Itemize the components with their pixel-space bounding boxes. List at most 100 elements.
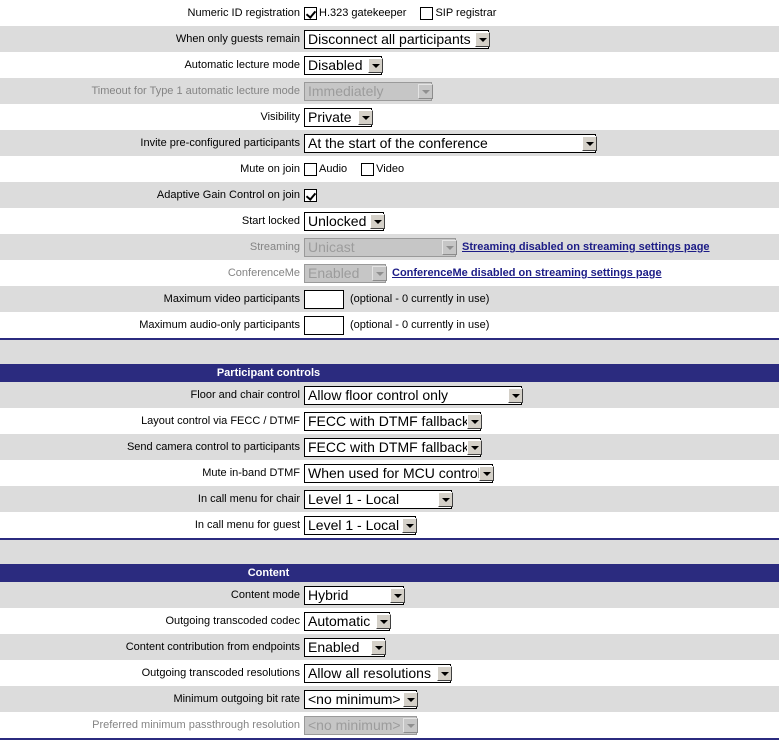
row-label-streaming: Streaming <box>0 234 304 260</box>
row-label-outgoing-transcoded-codec: Outgoing transcoded codec <box>0 608 304 634</box>
select-mute-in-band-dtmf[interactable]: When used for MCU control <box>304 463 494 483</box>
chevron-down-icon[interactable] <box>467 413 482 429</box>
checkbox-audio[interactable] <box>304 162 317 176</box>
chevron-down-icon[interactable] <box>437 665 452 681</box>
row-field: Unlocked <box>304 208 779 234</box>
select-timeout-for-type-1-automatic-lecture-mode: Immediately <box>304 81 433 101</box>
section-header-content: Content <box>0 564 779 582</box>
select-visibility[interactable]: Private <box>304 107 373 127</box>
checkbox-video[interactable] <box>361 162 375 176</box>
select-in-call-menu-for-chair[interactable]: Level 1 - Local <box>304 489 453 509</box>
chevron-down-icon[interactable] <box>370 213 385 229</box>
field-hint: (optional - 0 currently in use) <box>350 293 490 305</box>
row-field <box>304 182 779 208</box>
checkbox-label: H.323 gatekeeper <box>319 7 407 19</box>
row-label-numeric-id-registration: Numeric ID registration <box>0 0 304 26</box>
select-minimum-outgoing-bit-rate[interactable]: <no minimum> <box>304 689 418 709</box>
select-value: Disabled <box>308 56 363 73</box>
settings-row: When only guests remain Disconnect all pa… <box>0 26 779 52</box>
select-invite-pre-configured-participants[interactable]: At the start of the conference <box>304 133 597 153</box>
settings-row: Maximum audio-only participants (optional… <box>0 312 779 338</box>
row-field: Allow floor control only <box>304 382 779 408</box>
row-field: Unicast Streaming disabled on streaming s… <box>304 234 779 260</box>
chevron-down-icon[interactable] <box>368 57 383 73</box>
row-label-invite-pre-configured-participants: Invite pre-configured participants <box>0 130 304 156</box>
select-value: FECC with DTMF fallback <box>308 412 467 429</box>
row-field: Hybrid <box>304 582 779 608</box>
row-field: Level 1 - Local <box>304 486 779 512</box>
select-start-locked[interactable]: Unlocked <box>304 211 385 231</box>
section-header-label: Participant controls <box>216 367 321 379</box>
chevron-down-icon[interactable] <box>479 465 494 481</box>
select-value: Enabled <box>308 638 360 655</box>
chevron-down-icon[interactable] <box>403 691 418 707</box>
select-value: Unlocked <box>308 212 367 229</box>
settings-row: ConferenceMe Enabled ConferenceMe disabled… <box>0 260 779 286</box>
link-conferenceme-settings[interactable]: ConferenceMe disabled on streaming setti… <box>392 267 662 279</box>
settings-row: Timeout for Type 1 automatic lecture mod… <box>0 78 779 104</box>
chevron-down-icon[interactable] <box>390 587 405 603</box>
select-streaming: Unicast <box>304 237 457 257</box>
settings-row: Streaming Unicast Streaming disabled on st… <box>0 234 779 260</box>
row-field: <no minimum> <box>304 712 779 738</box>
row-label-adaptive-gain-control-on-join: Adaptive Gain Control on join <box>0 182 304 208</box>
row-label-maximum-video-participants: Maximum video participants <box>0 286 304 312</box>
chevron-down-icon[interactable] <box>467 439 482 455</box>
checkbox-adaptive-gain-control-on-join[interactable] <box>304 188 317 202</box>
chevron-down-icon[interactable] <box>371 639 386 655</box>
select-floor-and-chair-control[interactable]: Allow floor control only <box>304 385 523 405</box>
select-value: When used for MCU control <box>308 464 479 481</box>
row-label-visibility: Visibility <box>0 104 304 130</box>
link-streaming-settings[interactable]: Streaming disabled on streaming settings… <box>462 241 710 253</box>
chevron-down-icon[interactable] <box>358 109 373 125</box>
select-value: Automatic <box>308 612 371 629</box>
row-label-mute-in-band-dtmf: Mute in-band DTMF <box>0 460 304 486</box>
select-value: Allow floor control only <box>308 386 449 403</box>
settings-table-participant-controls: Floor and chair control Allow floor contr… <box>0 382 779 538</box>
settings-row: Visibility Private <box>0 104 779 130</box>
settings-row: Minimum outgoing bit rate <no minimum> <box>0 686 779 712</box>
select-value: At the start of the conference <box>308 134 488 151</box>
select-when-only-guests-remain[interactable]: Disconnect all participants <box>304 29 490 49</box>
chevron-down-icon[interactable] <box>376 613 391 629</box>
field-hint: (optional - 0 currently in use) <box>350 319 490 331</box>
row-label-automatic-lecture-mode: Automatic lecture mode <box>0 52 304 78</box>
select-content-mode[interactable]: Hybrid <box>304 585 405 605</box>
row-label-content-mode: Content mode <box>0 582 304 608</box>
select-in-call-menu-for-guest[interactable]: Level 1 - Local <box>304 515 417 535</box>
row-label-maximum-audio-only-participants: Maximum audio-only participants <box>0 312 304 338</box>
chevron-down-icon[interactable] <box>508 387 523 403</box>
select-outgoing-transcoded-codec[interactable]: Automatic <box>304 611 391 631</box>
settings-row: Outgoing transcoded resolutions Allow all… <box>0 660 779 686</box>
chevron-down-icon <box>372 265 387 281</box>
select-value: Immediately <box>308 82 384 99</box>
section-divider <box>0 338 779 364</box>
select-layout-control-via-fecc-dtmf[interactable]: FECC with DTMF fallback <box>304 411 482 431</box>
settings-row: Content mode Hybrid <box>0 582 779 608</box>
select-send-camera-control-to-participants[interactable]: FECC with DTMF fallback <box>304 437 482 457</box>
checkbox-h-323-gatekeeper[interactable] <box>304 6 317 20</box>
settings-row: Maximum video participants (optional - 0 … <box>0 286 779 312</box>
chevron-down-icon[interactable] <box>438 491 453 507</box>
row-label-conferenceme: ConferenceMe <box>0 260 304 286</box>
chevron-down-icon <box>418 83 433 99</box>
input-maximum-audio-only-participants[interactable] <box>304 315 344 335</box>
select-automatic-lecture-mode[interactable]: Disabled <box>304 55 383 75</box>
chevron-down-icon[interactable] <box>582 135 597 151</box>
checkbox-sip-registrar[interactable] <box>420 6 434 20</box>
input-maximum-video-participants[interactable] <box>304 289 344 309</box>
row-label-minimum-outgoing-bit-rate: Minimum outgoing bit rate <box>0 686 304 712</box>
settings-row: In call menu for chair Level 1 - Local <box>0 486 779 512</box>
row-label-floor-and-chair-control: Floor and chair control <box>0 382 304 408</box>
select-value: Allow all resolutions <box>308 664 431 681</box>
select-outgoing-transcoded-resolutions[interactable]: Allow all resolutions <box>304 663 452 683</box>
row-label-in-call-menu-for-guest: In call menu for guest <box>0 512 304 538</box>
chevron-down-icon[interactable] <box>402 517 417 533</box>
row-field: (optional - 0 currently in use) <box>304 312 779 338</box>
chevron-down-icon[interactable] <box>475 31 490 47</box>
settings-row: Numeric ID registration H.323 gatekeeper S… <box>0 0 779 26</box>
checkbox-label: SIP registrar <box>435 7 497 19</box>
row-field: Allow all resolutions <box>304 660 779 686</box>
select-content-contribution-from-endpoints[interactable]: Enabled <box>304 637 386 657</box>
section-divider <box>0 538 779 564</box>
